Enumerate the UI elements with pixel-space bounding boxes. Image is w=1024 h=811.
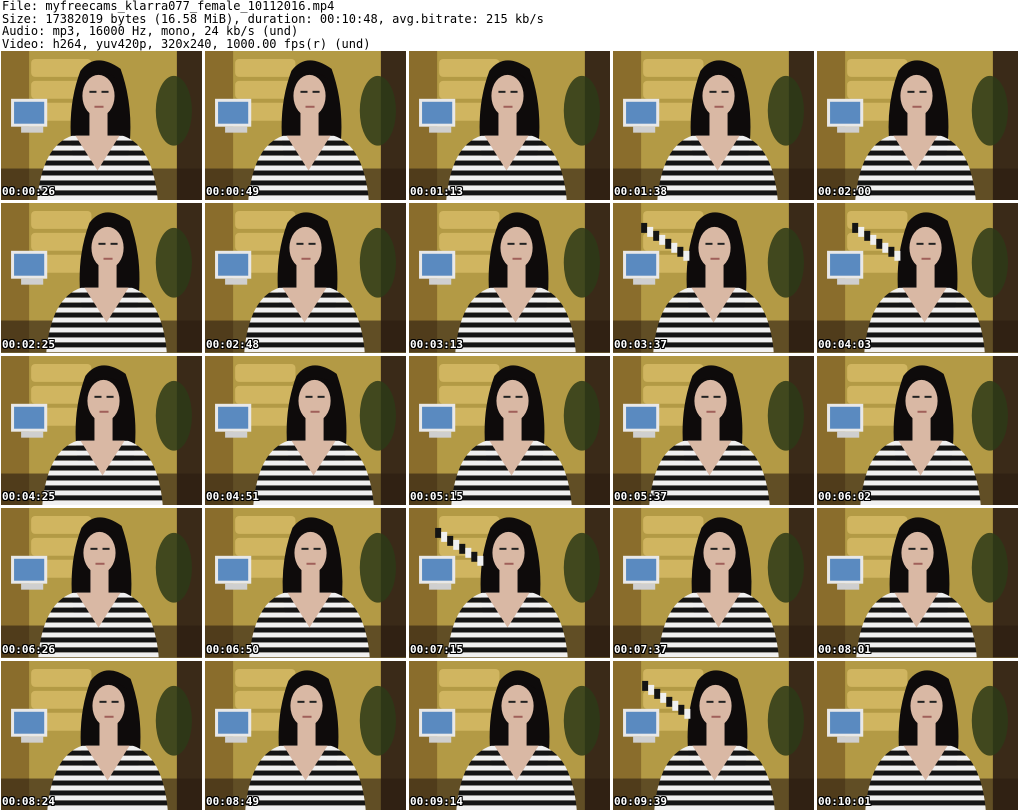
thumbnail-timestamp: 00:02:25 xyxy=(2,337,55,351)
thumbnail-timestamp: 00:07:37 xyxy=(614,642,667,656)
thumbnail-timestamp: 00:04:03 xyxy=(818,337,871,351)
thumbnail-frame-image xyxy=(613,660,814,810)
thumbnail-frame-image xyxy=(205,355,406,506)
video-thumbnail: 00:04:25 xyxy=(1,355,202,506)
thumbnail-frame-image xyxy=(817,508,1018,658)
thumbnail-timestamp: 00:03:13 xyxy=(410,337,463,351)
thumbnail-frame-image xyxy=(817,660,1018,810)
video-thumbnail: 00:07:15 xyxy=(409,508,610,658)
thumbnail-frame-image xyxy=(409,51,610,201)
thumbnail-timestamp: 00:09:14 xyxy=(410,794,463,808)
thumbnail-frame-image xyxy=(613,51,814,201)
thumbnail-frame-image xyxy=(613,508,814,658)
video-thumbnail: 00:05:37 xyxy=(613,355,814,506)
video-thumbnail: 00:04:51 xyxy=(205,355,406,506)
thumbnail-frame-image xyxy=(409,355,610,506)
video-thumbnail: 00:00:26 xyxy=(1,51,202,201)
thumbnail-timestamp: 00:07:15 xyxy=(410,642,463,656)
video-thumbnail: 00:01:13 xyxy=(409,51,610,201)
thumbnail-timestamp: 00:05:37 xyxy=(614,490,667,504)
thumbnail-timestamp: 00:02:48 xyxy=(206,337,259,351)
file-name-line: File: myfreecams_klarra077_female_101120… xyxy=(2,0,335,13)
thumbnail-frame-image xyxy=(409,508,610,658)
thumbnail-frame-image xyxy=(1,355,202,506)
thumbnail-frame-image xyxy=(205,508,406,658)
video-thumbnail: 00:06:02 xyxy=(817,355,1018,506)
thumbnail-timestamp: 00:02:00 xyxy=(818,185,871,199)
thumbnail-frame-image xyxy=(1,51,202,201)
thumbnail-timestamp: 00:01:38 xyxy=(614,185,667,199)
audio-info-line: Audio: mp3, 16000 Hz, mono, 24 kb/s (und… xyxy=(2,24,299,38)
thumbnail-timestamp: 00:05:15 xyxy=(410,490,463,504)
video-thumbnail: 00:02:48 xyxy=(205,203,406,353)
video-thumbnail: 00:08:01 xyxy=(817,508,1018,658)
thumbnail-frame-image xyxy=(409,203,610,353)
thumbnail-frame-image xyxy=(1,508,202,658)
video-thumbnail: 00:04:03 xyxy=(817,203,1018,353)
video-thumbnail: 00:06:50 xyxy=(205,508,406,658)
video-thumbnail: 00:07:37 xyxy=(613,508,814,658)
video-thumbnail: 00:06:26 xyxy=(1,508,202,658)
video-thumbnail: 00:10:01 xyxy=(817,660,1018,810)
thumbnail-timestamp: 00:09:39 xyxy=(614,794,667,808)
file-info-header: File: myfreecams_klarra077_female_101120… xyxy=(2,0,1022,50)
video-thumbnail: 00:05:15 xyxy=(409,355,610,506)
thumbnail-timestamp: 00:08:49 xyxy=(206,794,259,808)
thumbnail-frame-image xyxy=(1,203,202,353)
video-thumbnail: 00:08:24 xyxy=(1,660,202,810)
thumbnail-frame-image xyxy=(205,203,406,353)
thumbnail-timestamp: 00:04:25 xyxy=(2,490,55,504)
thumbnail-timestamp: 00:01:13 xyxy=(410,185,463,199)
thumbnail-frame-image xyxy=(817,203,1018,353)
thumbnail-frame-image xyxy=(1,660,202,810)
thumbnail-timestamp: 00:06:02 xyxy=(818,490,871,504)
thumbnail-timestamp: 00:00:49 xyxy=(206,185,259,199)
video-thumbnail: 00:03:37 xyxy=(613,203,814,353)
thumbnail-frame-image xyxy=(613,203,814,353)
thumbnail-frame-image xyxy=(613,355,814,506)
video-thumbnail: 00:08:49 xyxy=(205,660,406,810)
thumbnail-frame-image xyxy=(205,51,406,201)
thumbnail-frame-image xyxy=(817,51,1018,201)
video-thumbnail: 00:03:13 xyxy=(409,203,610,353)
video-thumbnail: 00:02:25 xyxy=(1,203,202,353)
video-thumbnail: 00:09:39 xyxy=(613,660,814,810)
thumbnail-frame-image xyxy=(409,660,610,810)
video-thumbnail: 00:00:49 xyxy=(205,51,406,201)
thumbnail-timestamp: 00:00:26 xyxy=(2,185,55,199)
thumbnail-timestamp: 00:10:01 xyxy=(818,794,871,808)
thumbnail-frame-image xyxy=(817,355,1018,506)
thumbnail-timestamp: 00:06:26 xyxy=(2,642,55,656)
thumbnail-timestamp: 00:08:24 xyxy=(2,794,55,808)
video-thumbnail: 00:09:14 xyxy=(409,660,610,810)
thumbnail-frame-image xyxy=(205,660,406,810)
thumbnail-timestamp: 00:03:37 xyxy=(614,337,667,351)
thumbnail-grid: 00:00:26 00:00:49 00:01:13 00:01:38 00:02:00… xyxy=(1,51,1023,810)
thumbnail-timestamp: 00:06:50 xyxy=(206,642,259,656)
thumbnail-timestamp: 00:08:01 xyxy=(818,642,871,656)
video-info-line: Video: h264, yuv420p, 320x240, 1000.00 f… xyxy=(2,36,371,51)
thumbnail-timestamp: 00:04:51 xyxy=(206,490,259,504)
video-thumbnail: 00:01:38 xyxy=(613,51,814,201)
video-thumbnail: 00:02:00 xyxy=(817,51,1018,201)
